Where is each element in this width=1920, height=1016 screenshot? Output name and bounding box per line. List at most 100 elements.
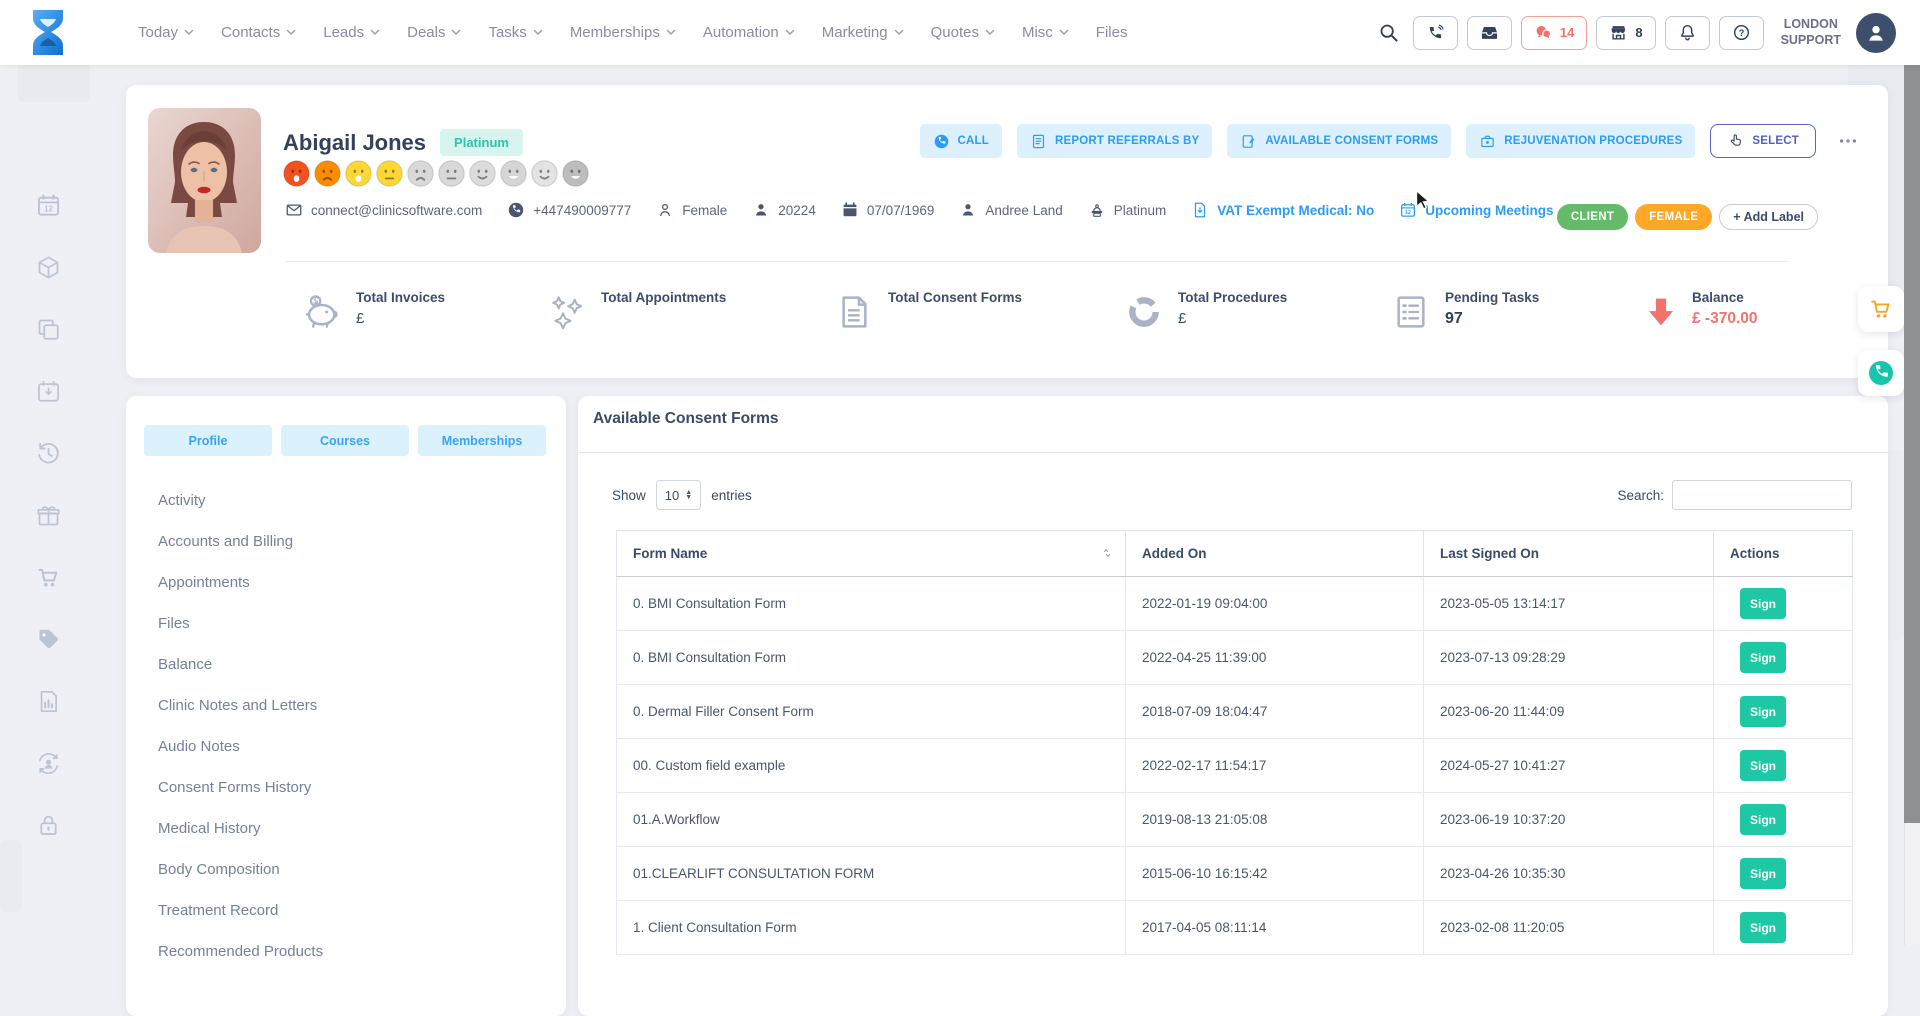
nav-item-leads[interactable]: Leads xyxy=(323,24,380,41)
nav-item-marketing[interactable]: Marketing xyxy=(822,24,904,41)
call-button[interactable]: CALL xyxy=(920,124,1002,158)
contact-andree-land[interactable]: Andree Land xyxy=(959,201,1062,219)
column-header-actions[interactable]: Actions xyxy=(1714,531,1853,577)
help-button[interactable]: ? xyxy=(1719,16,1764,50)
report-referrals-by-button[interactable]: REPORT REFERRALS BY xyxy=(1017,124,1212,158)
rail-report-chart-icon[interactable] xyxy=(35,688,62,715)
button-label: REPORT REFERRALS BY xyxy=(1055,135,1199,147)
label-pill-client[interactable]: CLIENT xyxy=(1557,204,1628,230)
mood-face-9[interactable] xyxy=(531,160,558,187)
mood-face-2[interactable] xyxy=(314,160,341,187)
user-avatar[interactable] xyxy=(1856,13,1896,53)
page-scrollbar-thumb[interactable] xyxy=(1904,65,1920,823)
rail-price-tag-icon[interactable] xyxy=(35,626,62,653)
tab-memberships[interactable]: Memberships xyxy=(418,425,546,456)
mood-face-10[interactable] xyxy=(562,160,589,187)
rail-history-icon[interactable] xyxy=(35,440,62,467)
contact-platinum[interactable]: Platinum xyxy=(1088,201,1167,219)
contact-connect-clinicsoftware-com[interactable]: connect@clinicsoftware.com xyxy=(285,201,482,219)
stat-value: £ xyxy=(356,310,445,328)
mood-face-8[interactable] xyxy=(500,160,527,187)
mood-face-6[interactable] xyxy=(438,160,465,187)
sign-button[interactable]: Sign xyxy=(1740,912,1786,943)
nav-item-misc[interactable]: Misc xyxy=(1022,24,1069,41)
stat-label: Total Consent Forms xyxy=(888,290,1022,305)
nav-item-quotes[interactable]: Quotes xyxy=(931,24,995,41)
store-button[interactable]: 8 xyxy=(1596,16,1655,50)
client-photo[interactable] xyxy=(148,108,261,253)
nav-item-deals[interactable]: Deals xyxy=(407,24,461,41)
nav-item-contacts[interactable]: Contacts xyxy=(221,24,296,41)
sign-button[interactable]: Sign xyxy=(1740,696,1786,727)
sidebar-item-files[interactable]: Files xyxy=(158,603,546,644)
nav-item-tasks[interactable]: Tasks xyxy=(488,24,542,41)
rail-gift-icon[interactable] xyxy=(35,502,62,529)
sidebar-item-audio-notes[interactable]: Audio Notes xyxy=(158,726,546,767)
rail-copy-pages-icon[interactable] xyxy=(35,316,62,343)
sidebar-item-balance[interactable]: Balance xyxy=(158,644,546,685)
notifications-button[interactable] xyxy=(1665,16,1710,50)
contact-upcoming-meetings[interactable]: 12Upcoming Meetings xyxy=(1399,201,1553,219)
floating-call-button[interactable] xyxy=(1858,350,1904,396)
sign-button[interactable]: Sign xyxy=(1740,858,1786,889)
floating-cart-button[interactable] xyxy=(1858,286,1904,332)
table-header-row: Form NameAdded OnLast Signed OnActions xyxy=(617,531,1853,577)
more-options-button[interactable] xyxy=(1831,126,1861,156)
sidebar-item-accounts-and-billing[interactable]: Accounts and Billing xyxy=(158,521,546,562)
rail-calendar-import-icon[interactable] xyxy=(35,378,62,405)
button-label: CALL xyxy=(958,135,989,147)
sidebar-item-activity[interactable]: Activity xyxy=(158,480,546,521)
chat-icon xyxy=(1534,23,1553,42)
select-button[interactable]: SELECT xyxy=(1710,124,1816,158)
search-icon[interactable] xyxy=(1378,22,1400,44)
search-input[interactable] xyxy=(1672,480,1852,510)
tab-courses[interactable]: Courses xyxy=(281,425,409,456)
label-pill-female[interactable]: FEMALE xyxy=(1635,204,1712,230)
mood-face-4[interactable] xyxy=(376,160,403,187)
clinic-logo[interactable] xyxy=(26,8,70,57)
phone-button[interactable] xyxy=(1413,16,1458,50)
column-header-added-on[interactable]: Added On xyxy=(1126,531,1424,577)
stat-value: £ xyxy=(1178,310,1287,328)
sidebar-item-consent-forms-history[interactable]: Consent Forms History xyxy=(158,767,546,808)
mood-face-5[interactable] xyxy=(407,160,434,187)
sidebar-item-clinic-notes-and-letters[interactable]: Clinic Notes and Letters xyxy=(158,685,546,726)
mood-face-3[interactable] xyxy=(345,160,372,187)
add-label-button[interactable]: + Add Label xyxy=(1719,204,1818,230)
sign-button[interactable]: Sign xyxy=(1740,642,1786,673)
sign-button[interactable]: Sign xyxy=(1740,588,1786,619)
tab-profile[interactable]: Profile xyxy=(144,425,272,456)
available-consent-forms-button[interactable]: AVAILABLE CONSENT FORMS xyxy=(1227,124,1451,158)
contact-07-07-1969[interactable]: 07/07/1969 xyxy=(841,201,935,219)
document-icon xyxy=(834,292,874,332)
nav-item-files[interactable]: Files xyxy=(1096,24,1128,41)
column-header-form-name[interactable]: Form Name xyxy=(617,531,1126,577)
nav-item-memberships[interactable]: Memberships xyxy=(570,24,676,41)
nav-item-today[interactable]: Today xyxy=(138,24,194,41)
rail-lock-icon[interactable] xyxy=(35,812,62,839)
contact-vat-exempt-medical[interactable]: VAT Exempt Medical: No xyxy=(1191,201,1374,219)
sidebar-item-medical-history[interactable]: Medical History xyxy=(158,808,546,849)
mood-face-7[interactable] xyxy=(469,160,496,187)
sidebar-item-appointments[interactable]: Appointments xyxy=(158,562,546,603)
rail-client-sync-icon[interactable] xyxy=(35,750,62,777)
rail-calendar-date-icon[interactable]: 12 xyxy=(35,192,62,219)
rail-cart-icon[interactable] xyxy=(35,564,62,591)
sign-button[interactable]: Sign xyxy=(1740,804,1786,835)
sidebar-item-recommended-products[interactable]: Recommended Products xyxy=(158,931,546,972)
contact-20224[interactable]: 20224 xyxy=(752,201,816,219)
chat-button[interactable]: 14 xyxy=(1521,16,1587,50)
mood-face-1[interactable] xyxy=(283,160,310,187)
column-header-last-signed-on[interactable]: Last Signed On xyxy=(1424,531,1714,577)
contact-447490009777[interactable]: +447490009777 xyxy=(507,201,631,219)
nav-item-automation[interactable]: Automation xyxy=(703,24,795,41)
rejuvenation-procedures-button[interactable]: REJUVENATION PROCEDURES xyxy=(1466,124,1695,158)
contact-female[interactable]: Female xyxy=(656,201,727,219)
inbox-button[interactable] xyxy=(1467,16,1512,50)
sidebar-item-treatment-record[interactable]: Treatment Record xyxy=(158,890,546,931)
client-sync-icon xyxy=(35,750,62,777)
rail-package-icon[interactable] xyxy=(35,254,62,281)
sign-button[interactable]: Sign xyxy=(1740,750,1786,781)
page-size-select[interactable]: 10 ▲▼ xyxy=(656,480,701,510)
sidebar-item-body-composition[interactable]: Body Composition xyxy=(158,849,546,890)
